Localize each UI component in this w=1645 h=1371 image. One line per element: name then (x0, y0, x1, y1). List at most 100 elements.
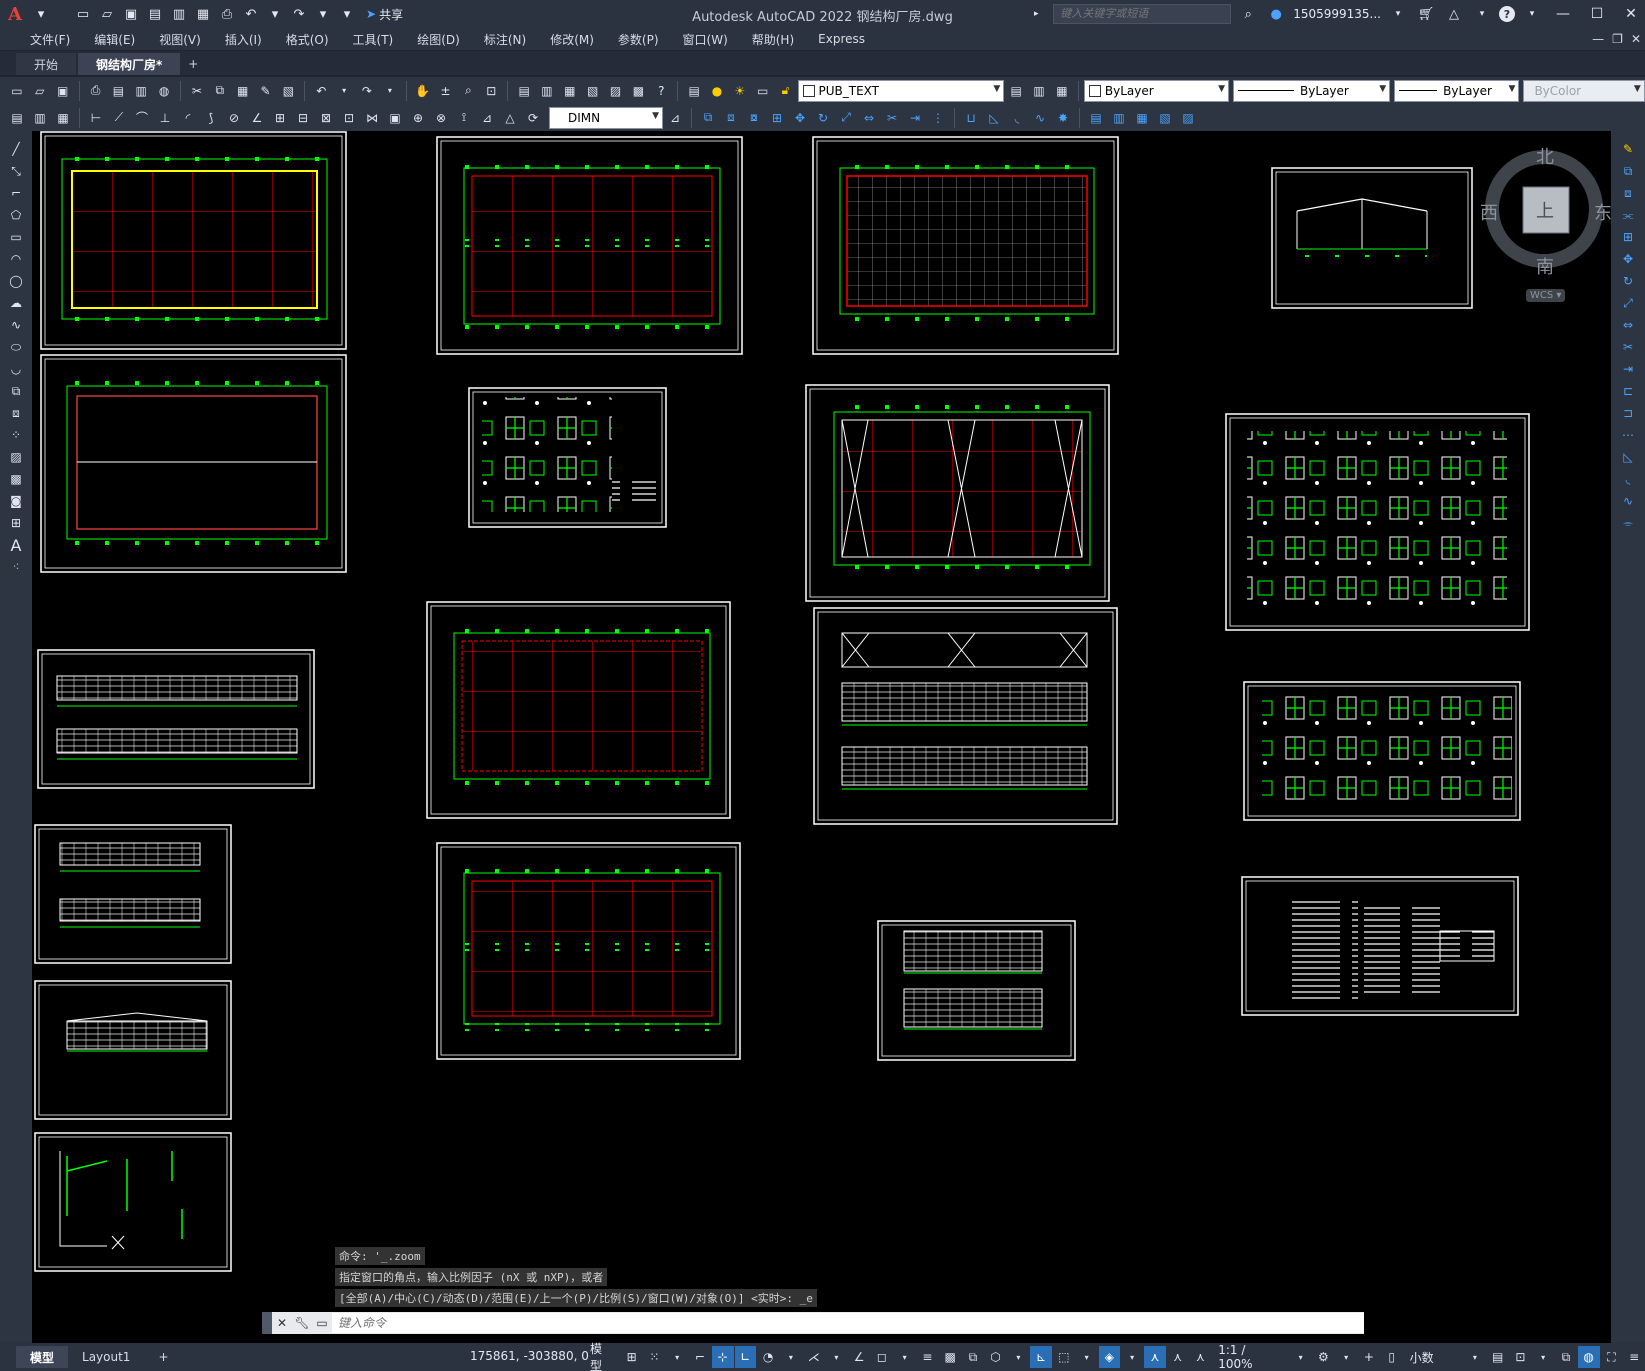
viewcube-top-face[interactable]: 上 (1536, 197, 1554, 223)
explode-icon[interactable]: ✸ (1052, 107, 1074, 129)
model-space-canvas[interactable]: 北 南 东 西 上 WCS ▾ (32, 131, 1611, 1343)
revision-cloud-icon[interactable]: ☁ (5, 293, 27, 313)
scale-icon[interactable]: ⤢ (1617, 293, 1639, 313)
layer-match-icon[interactable]: ▤ (6, 107, 28, 129)
line-icon[interactable]: ╱ (5, 139, 27, 159)
layer-isolate-icon[interactable]: ▥ (29, 107, 51, 129)
grid-icon[interactable]: ⊞ (621, 1346, 643, 1368)
offset-icon[interactable]: ⫘ (1617, 205, 1639, 225)
annotation-visibility-icon[interactable]: ⋏ (1144, 1346, 1166, 1368)
copy-icon[interactable]: ⧉ (209, 80, 231, 102)
dimension-style-icon[interactable]: ⊿ (664, 107, 686, 129)
layer-dropdown[interactable]: PUB_TEXT ▼ (797, 79, 1005, 102)
add-layout-button[interactable]: + (144, 1346, 182, 1368)
arc-length-icon[interactable]: ⌒ (131, 107, 153, 129)
new-file-icon[interactable]: ▭ (72, 3, 94, 25)
a360-dropdown-icon[interactable]: ▾ (1471, 3, 1493, 25)
block-editor-icon[interactable]: ▧ (277, 80, 299, 102)
undo-dropdown-icon[interactable]: ▾ (333, 80, 355, 102)
gizmo-icon[interactable]: ◈ (1098, 1346, 1121, 1368)
clean-screen-icon[interactable]: ⛶ (1601, 1346, 1623, 1368)
undo-dropdown-icon[interactable]: ▾ (264, 3, 286, 25)
menu-parametric[interactable]: 参数(P) (606, 31, 671, 48)
viewcube-north[interactable]: 北 (1536, 143, 1554, 169)
help-dropdown-icon[interactable]: ▾ (1521, 3, 1543, 25)
redo-dropdown-icon[interactable]: ▾ (312, 3, 334, 25)
3d-osnap-icon[interactable]: ⬡ (985, 1346, 1007, 1368)
plot-icon[interactable]: ⎙ (85, 80, 107, 102)
copy-object-icon[interactable]: ⧉ (697, 107, 719, 129)
tab-drawing[interactable]: 钢结构厂房* (78, 53, 181, 75)
menu-edit[interactable]: 编辑(E) (82, 31, 147, 48)
search-icon[interactable]: ⌕ (1237, 3, 1259, 25)
selection-cycling-icon[interactable]: ⧉ (962, 1346, 984, 1368)
circle-icon[interactable]: ◯ (5, 271, 27, 291)
model-space-toggle[interactable]: 模型 (584, 1340, 620, 1371)
menu-draw[interactable]: 绘图(D) (405, 31, 472, 48)
insert-block-icon[interactable]: ⧉ (5, 381, 27, 401)
publish-icon[interactable]: ▦ (192, 3, 214, 25)
dimstyle-dropdown[interactable]: DIMN ▼ (549, 106, 663, 129)
tab-start[interactable]: 开始 (16, 53, 77, 75)
polar-icon[interactable]: ◔ (757, 1346, 779, 1368)
plotstyle-dropdown[interactable]: ByColor ▼ (1523, 79, 1645, 102)
ortho-icon[interactable]: ∟ (734, 1346, 757, 1368)
units-dropdown-icon[interactable]: ▾ (1464, 1346, 1486, 1368)
menu-help[interactable]: 帮助(H) (740, 31, 806, 48)
object-snap-tracking-icon[interactable]: ∠ (848, 1346, 870, 1368)
new-icon[interactable]: ▭ (6, 80, 28, 102)
table-icon[interactable]: ⊞ (5, 513, 27, 533)
open-folder-icon[interactable]: ▱ (96, 3, 118, 25)
ordinate-dimension-icon[interactable]: ⊥ (154, 107, 176, 129)
redo-icon[interactable]: ↷ (356, 80, 378, 102)
new-tab-button[interactable]: + (182, 53, 204, 75)
close-icon[interactable]: ✕ (272, 1316, 292, 1330)
plot-icon[interactable]: ⎙ (216, 3, 238, 25)
baseline-dimension-icon[interactable]: ⊟ (292, 107, 314, 129)
tab-layout1[interactable]: Layout1 (68, 1346, 144, 1368)
explode-icon[interactable]: ⌯ (1617, 513, 1639, 533)
workspace-dropdown-icon[interactable]: ▾ (1335, 1346, 1357, 1368)
text-front-icon[interactable]: ▨ (1177, 107, 1199, 129)
help-icon[interactable]: ? (1499, 6, 1515, 22)
save-icon[interactable]: ▣ (52, 80, 74, 102)
wcs-menu[interactable]: WCS ▾ (1526, 289, 1566, 302)
rotate-icon[interactable]: ↻ (812, 107, 834, 129)
user-dropdown-icon[interactable]: ▾ (1387, 3, 1409, 25)
doc-minimize-icon[interactable]: — (1592, 32, 1604, 46)
menu-window[interactable]: 窗口(W) (671, 31, 740, 48)
maximize-button[interactable]: ☐ (1583, 0, 1611, 28)
share-button[interactable]: ➤ 共享 (366, 6, 403, 23)
search-input[interactable] (1053, 4, 1232, 24)
snap-icon[interactable]: ⁙ (644, 1346, 666, 1368)
command-line-grip[interactable] (262, 1312, 272, 1334)
move-icon[interactable]: ✥ (1617, 249, 1639, 269)
join-icon[interactable]: ⊔ (960, 107, 982, 129)
fillet-icon[interactable]: ◟ (1617, 469, 1639, 489)
graphics-performance-icon[interactable]: ◍ (1577, 1346, 1600, 1368)
viewcube[interactable]: 北 南 东 西 上 WCS ▾ (1464, 139, 1611, 319)
move-icon[interactable]: ✥ (789, 107, 811, 129)
linetype-dropdown[interactable]: ByLayer ▼ (1233, 79, 1391, 102)
quick-dimension-icon[interactable]: ⊞ (269, 107, 291, 129)
layer-properties-icon[interactable]: ▤ (683, 80, 705, 102)
viewcube-east[interactable]: 东 (1594, 199, 1611, 225)
open-icon[interactable]: ▱ (29, 80, 51, 102)
command-history-toggle-icon[interactable]: ▭ (312, 1316, 332, 1330)
point-icon[interactable]: ⁘ (5, 425, 27, 445)
quickcalc-icon[interactable]: ▩ (627, 80, 649, 102)
tab-model[interactable]: 模型 (16, 1346, 69, 1368)
cursor-coordinates[interactable]: 175861, -303880, 0 (470, 1349, 589, 1363)
polygon-icon[interactable]: ⬠ (5, 205, 27, 225)
transparency-icon[interactable]: ▩ (939, 1346, 961, 1368)
polyline-icon[interactable]: ⌐ (5, 183, 27, 203)
dimension-update-icon[interactable]: ⟳ (522, 107, 544, 129)
close-button[interactable]: ✕ (1617, 0, 1645, 28)
construction-line-icon[interactable]: ⤡ (5, 161, 27, 181)
selection-filter-dropdown-icon[interactable]: ▾ (1076, 1346, 1098, 1368)
properties-icon[interactable]: ▤ (513, 80, 535, 102)
center-mark-icon[interactable]: ⊕ (407, 107, 429, 129)
menu-modify[interactable]: 修改(M) (538, 31, 606, 48)
array-icon[interactable]: ⊞ (766, 107, 788, 129)
menu-file[interactable]: 文件(F) (18, 31, 82, 48)
